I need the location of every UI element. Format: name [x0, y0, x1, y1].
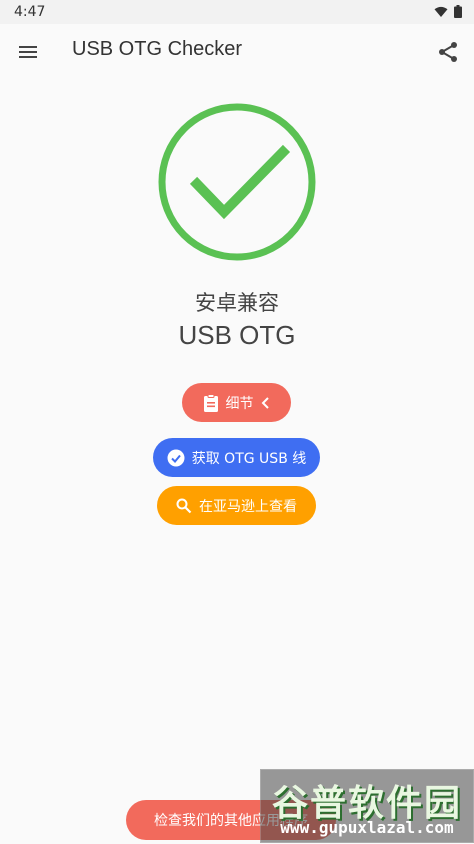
- hamburger-menu-icon: [19, 46, 37, 58]
- wifi-icon: [434, 6, 448, 17]
- view-on-amazon-label: 在亚马逊上查看: [199, 498, 297, 515]
- compatibility-label: 安卓兼容: [195, 291, 279, 315]
- share-button[interactable]: [432, 36, 464, 68]
- share-icon: [439, 42, 457, 62]
- status-bar: 4:47: [0, 0, 474, 24]
- chevron-left-icon: [261, 396, 269, 409]
- app-bar: USB OTG Checker: [0, 24, 474, 80]
- app-title: USB OTG Checker: [72, 38, 243, 60]
- compatible-check-icon: [158, 103, 316, 261]
- details-button[interactable]: 细节: [182, 383, 291, 422]
- watermark-overlay: 谷普软件园 www.gupuxlazal.com: [260, 769, 474, 843]
- watermark-url: www.gupuxlazal.com: [280, 818, 454, 837]
- buy-otg-cable-button[interactable]: 获取 OTG USB 线: [153, 438, 320, 477]
- clipboard-icon: [203, 393, 218, 412]
- details-label: 细节: [225, 395, 254, 412]
- menu-button[interactable]: [12, 36, 44, 68]
- view-on-amazon-button[interactable]: 在亚马逊上查看: [157, 486, 316, 525]
- status-icons: [434, 5, 462, 18]
- search-icon: [176, 498, 192, 513]
- buy-otg-cable-label: 获取 OTG USB 线: [191, 450, 307, 467]
- compatibility-type: USB OTG: [178, 320, 296, 350]
- status-time: 4:47: [14, 4, 46, 20]
- verified-badge-icon: [167, 449, 185, 466]
- battery-icon: [454, 5, 462, 18]
